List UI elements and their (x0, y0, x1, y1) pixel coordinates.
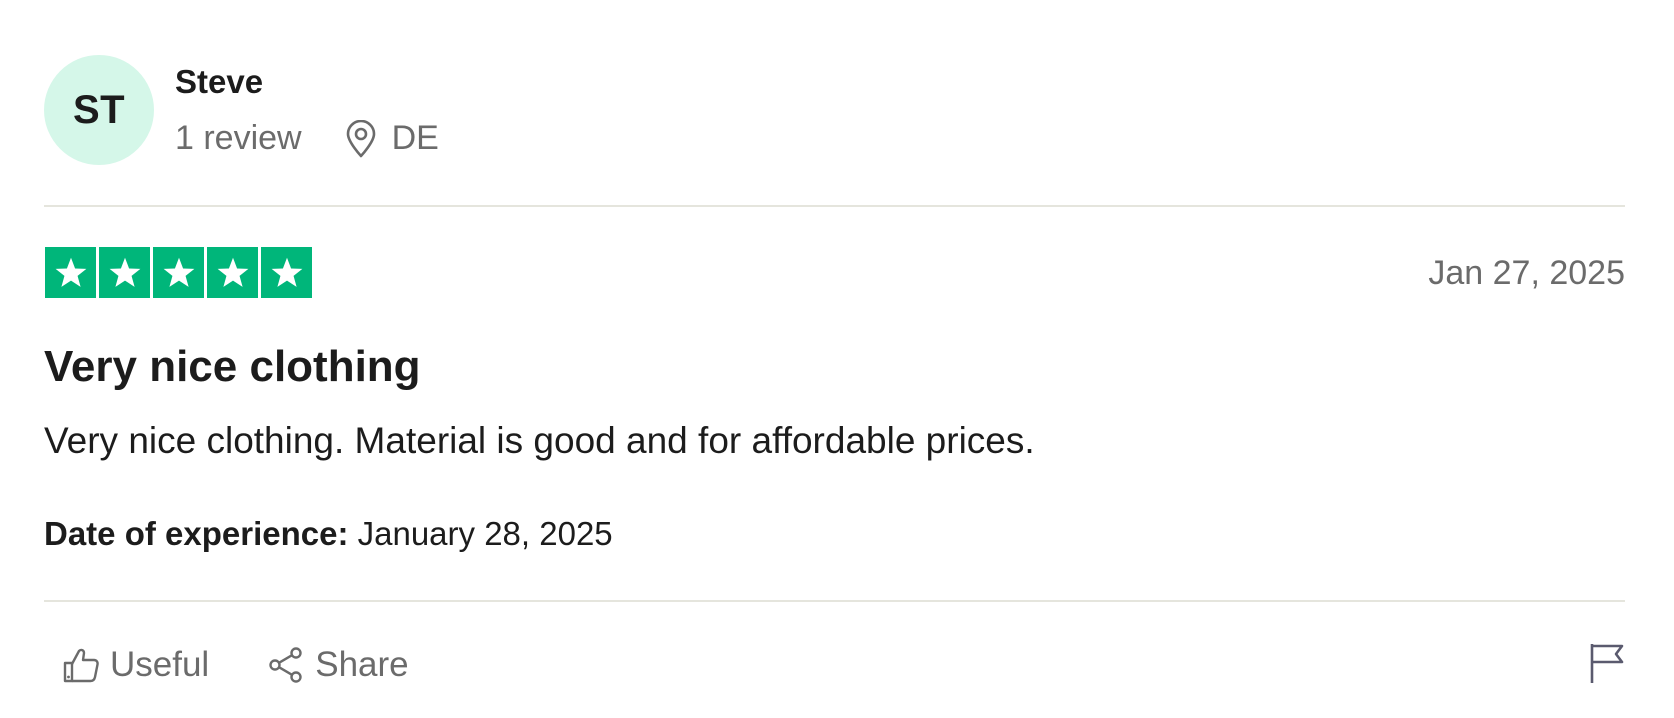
location-pin-icon (344, 119, 378, 158)
star-icon (153, 247, 204, 298)
review-body: Very nice clothing. Material is good and… (44, 420, 1035, 461)
avatar-initials: ST (72, 87, 126, 132)
divider (44, 600, 1625, 602)
review-title[interactable]: Very nice clothing (44, 342, 421, 392)
review-count: 1 review (175, 119, 302, 157)
date-of-experience: Date of experience: January 28, 2025 (44, 515, 613, 553)
review-date: Jan 27, 2025 (1428, 254, 1625, 292)
thumbs-up-icon (62, 646, 100, 684)
flag-icon (1589, 644, 1625, 688)
share-button[interactable]: Share (267, 645, 409, 685)
reviewer-country: DE (391, 119, 439, 157)
review-card: ST Steve 1 review DE Jan 27, 2025 Very n… (44, 0, 1625, 718)
star-icon (261, 247, 312, 298)
review-actions: Useful Share (62, 645, 409, 685)
share-label: Share (315, 645, 409, 684)
reviewer-header: ST Steve 1 review DE (44, 55, 1625, 167)
experience-date: January 28, 2025 (357, 515, 613, 552)
reviewer-meta: 1 review DE (175, 119, 439, 158)
star-icon (99, 247, 150, 298)
divider (44, 205, 1625, 207)
useful-button[interactable]: Useful (62, 645, 209, 685)
report-flag-button[interactable] (1589, 642, 1625, 684)
avatar[interactable]: ST (44, 55, 154, 165)
star-icon (45, 247, 96, 298)
reviewer-name[interactable]: Steve (175, 63, 263, 101)
experience-label: Date of experience: (44, 515, 349, 552)
share-icon (267, 646, 305, 684)
useful-label: Useful (110, 645, 210, 684)
star-icon (207, 247, 258, 298)
star-rating (45, 247, 312, 298)
